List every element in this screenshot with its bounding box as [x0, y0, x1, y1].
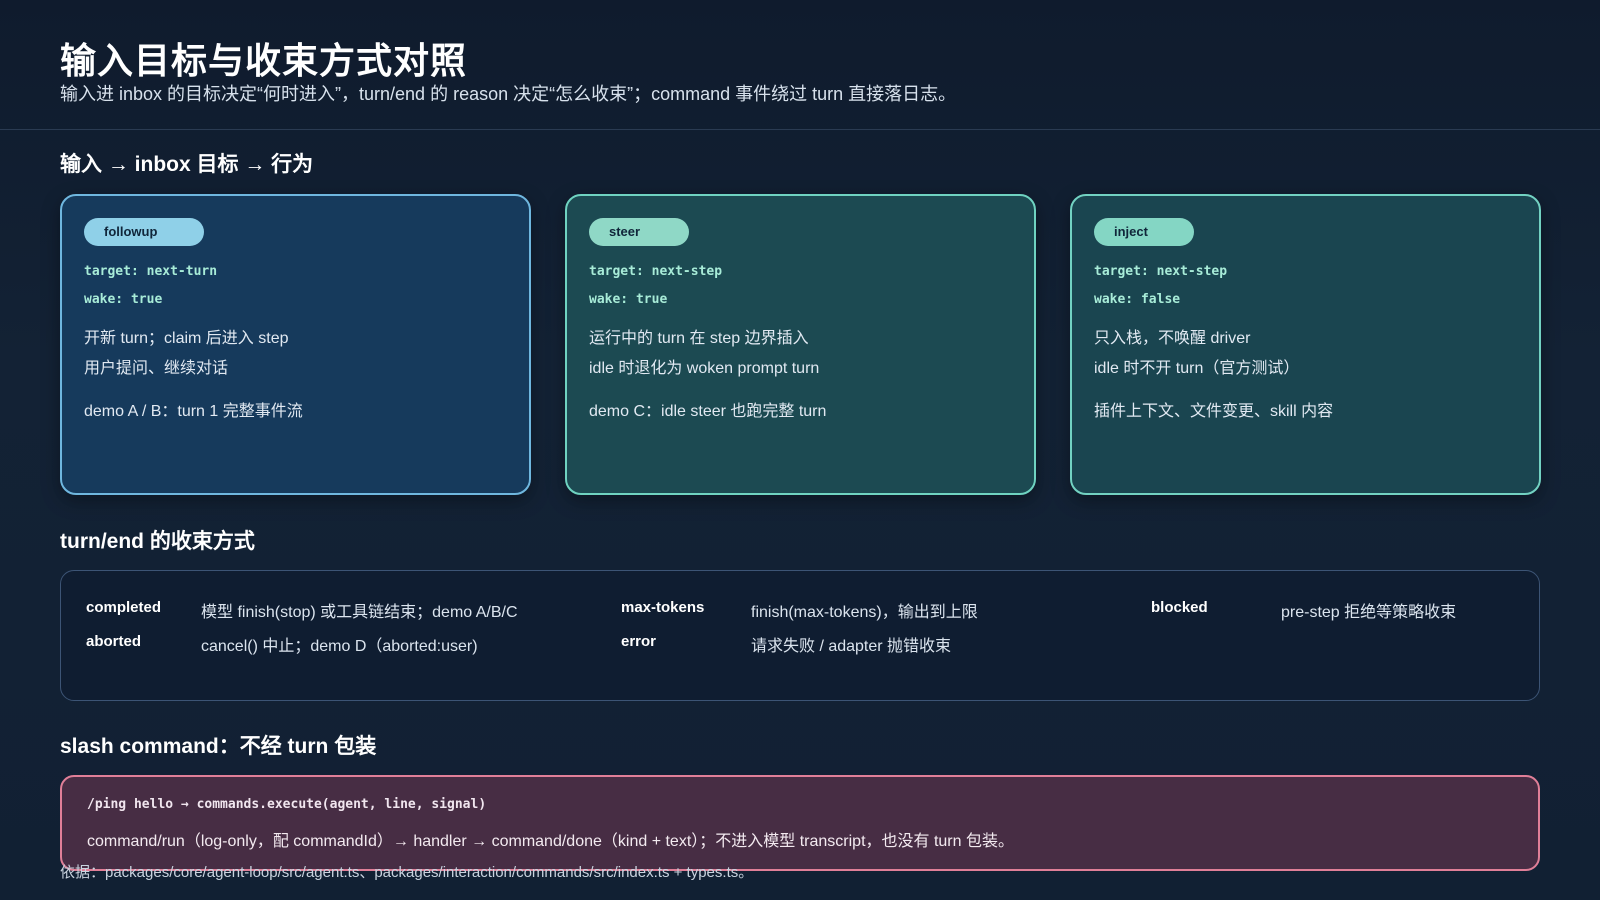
page-header: 输入目标与收束方式对照 输入进 inbox 的目标决定“何时进入”，turn/e…: [0, 0, 1600, 130]
card-desc-line2: idle 时退化为 woken prompt turn: [589, 360, 820, 377]
page-subtitle: 输入进 inbox 的目标决定“何时进入”，turn/end 的 reason …: [60, 84, 957, 104]
card-wake: wake: true: [84, 292, 163, 307]
card-desc-line2: idle 时不开 turn（官方测试）: [1094, 360, 1300, 377]
card-target: target: next-turn: [84, 264, 218, 279]
slash-command-box: /ping hello → commands.execute(agent, li…: [60, 775, 1540, 871]
card-steer: steer target: next-step wake: true 运行中的 …: [565, 194, 1036, 495]
tag-steer: steer: [589, 218, 689, 246]
card-inject: inject target: next-step wake: false 只入栈…: [1070, 194, 1541, 495]
turn-end-box: completed 模型 finish(stop) 或工具链结束；demo A/…: [60, 570, 1540, 701]
end-key-max-tokens: max-tokens: [621, 599, 705, 616]
card-wake: wake: true: [589, 292, 668, 307]
tag-followup: followup: [84, 218, 204, 246]
card-target: target: next-step: [1094, 264, 1228, 279]
end-value-blocked: pre-step 拒绝等策略收束: [1281, 604, 1457, 621]
section-title-inputs: 输入 → inbox 目标 → 行为: [60, 153, 314, 176]
end-value-max-tokens: finish(max-tokens)，输出到上限: [751, 604, 978, 621]
card-note: demo A / B：turn 1 完整事件流: [84, 403, 303, 420]
source-footnote: 依据：packages/core/agent-loop/src/agent.ts…: [60, 864, 754, 881]
card-followup: followup target: next-turn wake: true 开新…: [60, 194, 531, 495]
card-wake: wake: false: [1094, 292, 1181, 307]
end-key-aborted: aborted: [86, 633, 142, 650]
section-title-slash-command: slash command：不经 turn 包装: [60, 735, 377, 758]
tag-inject: inject: [1094, 218, 1194, 246]
command-code: /ping hello → commands.execute(agent, li…: [87, 797, 487, 812]
end-value-error: 请求失败 / adapter 抛错收束: [751, 638, 952, 655]
card-desc-line1: 开新 turn；claim 后进入 step: [84, 330, 289, 347]
end-key-completed: completed: [86, 599, 162, 616]
card-desc-line2: 用户提问、继续对话: [84, 360, 229, 377]
end-value-completed: 模型 finish(stop) 或工具链结束；demo A/B/C: [201, 604, 518, 621]
page-title: 输入目标与收束方式对照: [60, 40, 468, 81]
card-target: target: next-step: [589, 264, 723, 279]
card-desc-line1: 运行中的 turn 在 step 边界插入: [589, 330, 809, 347]
card-desc-line1: 只入栈，不唤醒 driver: [1094, 330, 1251, 347]
card-note: 插件上下文、文件变更、skill 内容: [1094, 403, 1334, 420]
end-key-error: error: [621, 633, 657, 650]
card-note: demo C：idle steer 也跑完整 turn: [589, 403, 827, 420]
end-value-aborted: cancel() 中止；demo D（aborted:user): [201, 638, 478, 655]
command-description: command/run（log-only，配 commandId）→ handl…: [87, 833, 1014, 850]
section-title-turn-end: turn/end 的收束方式: [60, 530, 255, 553]
end-key-blocked: blocked: [1151, 599, 1208, 616]
